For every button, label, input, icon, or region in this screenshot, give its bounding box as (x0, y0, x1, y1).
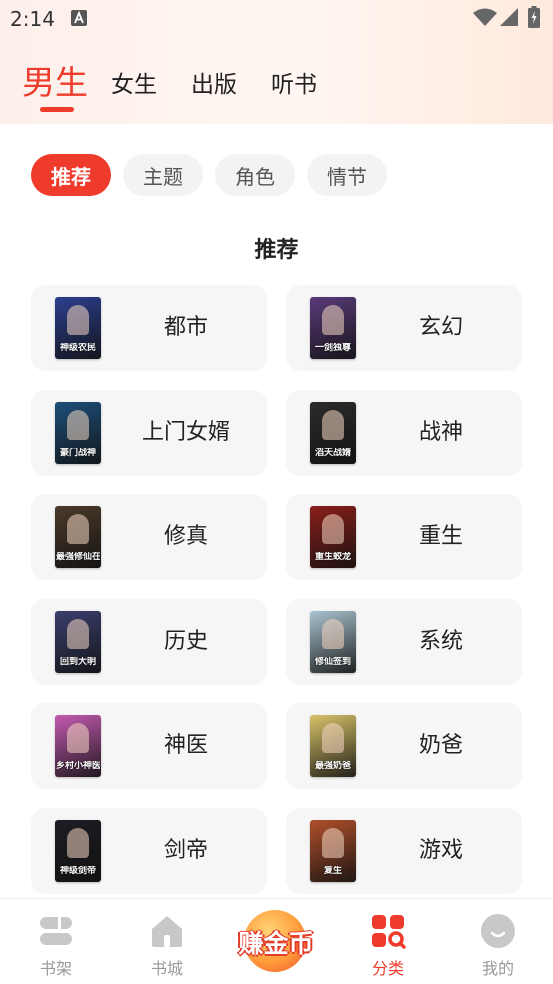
cover-figure (67, 828, 89, 858)
book-cover: 回到大明 (55, 611, 101, 673)
nav-bookshelf[interactable]: 书架 (16, 899, 96, 984)
cover-figure (67, 723, 89, 753)
nav-category[interactable]: 分类 (348, 899, 428, 984)
cover-title: 神级农民 (59, 343, 96, 353)
category-card[interactable]: 豪门战神 上门女婿 (31, 390, 267, 476)
category-card[interactable]: 一剑独尊 玄幻 (286, 285, 522, 371)
category-card[interactable]: 重生蛟龙 重生 (286, 494, 522, 580)
category-label: 战神 (418, 420, 463, 445)
cover-title: 滔天战婿 (314, 448, 351, 458)
category-label: 游戏 (418, 838, 463, 863)
category-card[interactable]: 复生 游戏 (286, 808, 522, 894)
category-label: 系统 (418, 629, 463, 654)
earn-coins-button[interactable]: 赚金币 (228, 910, 324, 972)
book-cover: 豪门战神 (55, 402, 101, 464)
bookshelf-icon (40, 917, 72, 945)
filter-chips: 推荐 主题 角色 情节 (0, 154, 553, 198)
category-label: 奶爸 (418, 733, 463, 758)
cover-title: 最强修仙在都市 (56, 552, 100, 562)
cover-title: 乡村小神医 (56, 761, 100, 771)
wifi-icon (473, 8, 497, 26)
cover-figure (322, 619, 344, 649)
status-bar: 2:14 (0, 0, 553, 36)
section-title: 推荐 (254, 238, 299, 263)
book-cover: 滔天战婿 (310, 402, 356, 464)
category-card[interactable]: 回到大明 历史 (31, 599, 267, 685)
cover-figure (322, 828, 344, 858)
category-label: 重生 (418, 524, 463, 549)
cover-title: 豪门战神 (59, 448, 96, 458)
cover-figure (322, 305, 344, 335)
cover-title: 修仙签到 (314, 657, 351, 667)
book-cover: 修仙签到 (310, 611, 356, 673)
cover-title: 回到大明 (59, 657, 96, 667)
cover-title: 重生蛟龙 (314, 552, 351, 562)
cover-title: 复生 (323, 866, 342, 876)
category-label: 历史 (163, 629, 208, 654)
cover-figure (67, 619, 89, 649)
cover-figure (322, 723, 344, 753)
category-label: 剑帝 (163, 838, 208, 863)
category-label: 神医 (163, 733, 208, 758)
gender-tabs: 男生 女生 出版 听书 (0, 52, 553, 122)
tab-audiobook[interactable]: 听书 (271, 65, 317, 99)
book-cover: 乡村小神医 (55, 715, 101, 777)
book-cover: 一剑独尊 (310, 297, 356, 359)
chip-plot[interactable]: 情节 (307, 154, 387, 196)
cover-figure (67, 514, 89, 544)
category-card[interactable]: 最强奶爸 奶爸 (286, 703, 522, 789)
nav-profile[interactable]: 我的 (458, 899, 538, 984)
book-cover: 最强奶爸 (310, 715, 356, 777)
nav-label-profile: 我的 (481, 959, 514, 978)
book-cover: 神级农民 (55, 297, 101, 359)
chip-theme[interactable]: 主题 (123, 154, 203, 196)
category-label: 修真 (163, 524, 208, 549)
earn-coins-label: 赚金币 (238, 929, 314, 958)
category-card[interactable]: 最强修仙在都市 修真 (31, 494, 267, 580)
notification-a-icon (71, 10, 87, 26)
category-label: 都市 (163, 315, 208, 340)
signal-icon (500, 8, 518, 26)
bookstore-icon (152, 916, 182, 947)
cover-title: 最强奶爸 (314, 761, 351, 771)
category-card[interactable]: 神级剑帝 剑帝 (31, 808, 267, 894)
book-cover: 重生蛟龙 (310, 506, 356, 568)
category-label: 玄幻 (418, 315, 463, 340)
profile-icon (481, 914, 515, 948)
book-cover: 神级剑帝 (55, 820, 101, 882)
tab-publish[interactable]: 出版 (191, 65, 237, 99)
cover-figure (67, 410, 89, 440)
category-icon (372, 915, 406, 949)
chip-role[interactable]: 角色 (215, 154, 295, 196)
nav-label-category: 分类 (371, 959, 404, 978)
category-card[interactable]: 修仙签到 系统 (286, 599, 522, 685)
cover-figure (67, 305, 89, 335)
tab-indicator (40, 107, 74, 112)
category-card[interactable]: 乡村小神医 神医 (31, 703, 267, 789)
nav-label-bookstore: 书城 (150, 959, 183, 978)
book-cover: 复生 (310, 820, 356, 882)
chip-recommend[interactable]: 推荐 (31, 154, 111, 196)
category-card[interactable]: 神级农民 都市 (31, 285, 267, 371)
category-card[interactable]: 滔天战婿 战神 (286, 390, 522, 476)
cover-figure (322, 410, 344, 440)
cover-figure (322, 514, 344, 544)
cover-title: 神级剑帝 (59, 866, 96, 876)
nav-bookstore[interactable]: 书城 (127, 899, 207, 984)
status-time: 2:14 (10, 7, 55, 31)
tab-male[interactable]: 男生 (22, 56, 88, 104)
nav-label-bookshelf: 书架 (39, 959, 72, 978)
tab-female[interactable]: 女生 (111, 65, 157, 99)
battery-icon (528, 6, 540, 28)
cover-title: 一剑独尊 (314, 343, 351, 353)
book-cover: 最强修仙在都市 (55, 506, 101, 568)
category-label: 上门女婿 (141, 420, 230, 445)
